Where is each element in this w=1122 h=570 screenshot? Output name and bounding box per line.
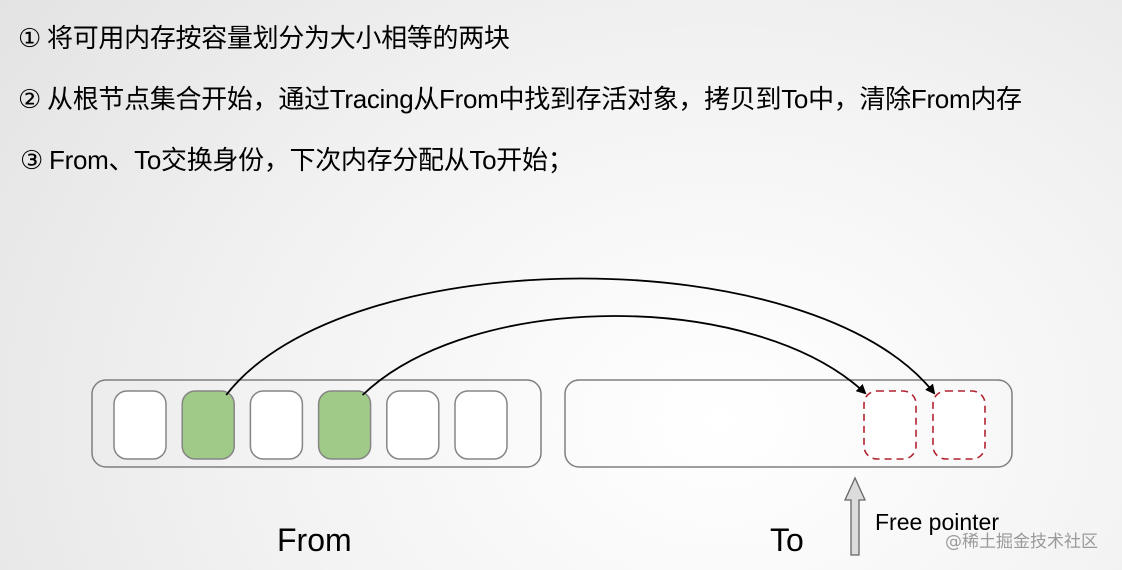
- copying-gc-diagram: [91, 277, 1013, 556]
- copied-object-block: [932, 390, 986, 460]
- live-object-block: [181, 390, 235, 460]
- from-space-label: From: [277, 522, 352, 558]
- copy-arrow: [361, 315, 867, 396]
- to-space-label: To: [770, 522, 804, 558]
- copy-arrows: [225, 277, 936, 396]
- copied-object-block: [863, 390, 917, 460]
- watermark: @稀土掘金技术社区: [945, 532, 1098, 552]
- free-memory-block: [454, 390, 508, 460]
- free-memory-block: [386, 390, 440, 460]
- free-memory-block: [249, 390, 304, 460]
- copy-arrow: [225, 277, 936, 396]
- from-space-blocks: [113, 390, 508, 460]
- free-pointer-arrow-icon: [843, 476, 867, 556]
- to-space-copied-blocks: [863, 390, 986, 460]
- live-object-block: [317, 390, 372, 460]
- free-memory-block: [113, 390, 167, 460]
